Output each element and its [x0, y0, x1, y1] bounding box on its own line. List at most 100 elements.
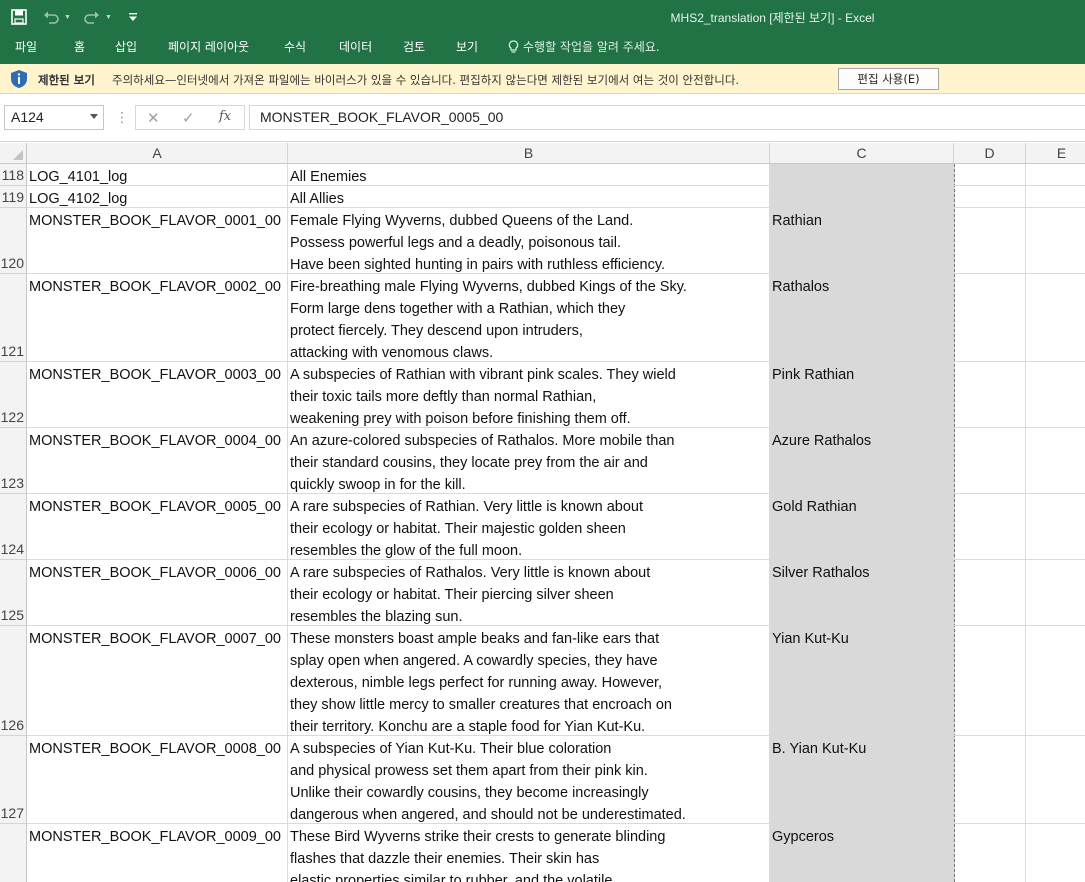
- enter-icon[interactable]: ✓: [182, 109, 195, 127]
- worksheet-grid: A B C D E 118 LOG_4101_log All Enemies 1…: [0, 143, 1085, 882]
- cell-c[interactable]: Pink Rathian: [770, 362, 954, 428]
- formula-buttons: ✕ ✓ fx: [135, 105, 245, 130]
- cell-e[interactable]: [1026, 736, 1085, 824]
- cell-b[interactable]: All Allies: [288, 186, 770, 208]
- cell-d[interactable]: [954, 208, 1026, 274]
- cell-b[interactable]: These Bird Wyverns strike their crests t…: [288, 824, 770, 882]
- cell-d[interactable]: [954, 494, 1026, 560]
- cell-b[interactable]: Female Flying Wyverns, dubbed Queens of …: [288, 208, 770, 274]
- window-title: MHS2_translation [제한된 보기] - Excel: [670, 11, 875, 25]
- row-header[interactable]: 126: [0, 626, 27, 736]
- formula-bar-grip-icon[interactable]: ⋮: [115, 109, 129, 126]
- cell-b[interactable]: These monsters boast ample beaks and fan…: [288, 626, 770, 736]
- row-header[interactable]: [0, 824, 27, 882]
- cell-b[interactable]: A subspecies of Rathian with vibrant pin…: [288, 362, 770, 428]
- cell-d[interactable]: [954, 428, 1026, 494]
- row-header[interactable]: 123: [0, 428, 27, 494]
- cell-c[interactable]: Gypceros: [770, 824, 954, 882]
- cell-e[interactable]: [1026, 208, 1085, 274]
- row-header[interactable]: 118: [0, 164, 27, 186]
- tab-view[interactable]: 보기: [456, 38, 478, 55]
- tab-review[interactable]: 검토: [403, 38, 425, 55]
- cell-c[interactable]: Silver Rathalos: [770, 560, 954, 626]
- cell-e[interactable]: [1026, 274, 1085, 362]
- cell-d[interactable]: [954, 626, 1026, 736]
- cell-b[interactable]: All Enemies: [288, 164, 770, 186]
- protected-view-title: 제한된 보기: [38, 73, 95, 87]
- formula-input[interactable]: MONSTER_BOOK_FLAVOR_0005_00: [249, 105, 1085, 130]
- column-header-b[interactable]: B: [288, 143, 770, 164]
- column-header-a[interactable]: A: [27, 143, 288, 164]
- cell-e[interactable]: [1026, 164, 1085, 186]
- cell-a[interactable]: MONSTER_BOOK_FLAVOR_0006_00: [27, 560, 288, 626]
- cell-a[interactable]: MONSTER_BOOK_FLAVOR_0004_00: [27, 428, 288, 494]
- cell-a[interactable]: MONSTER_BOOK_FLAVOR_0009_00: [27, 824, 288, 882]
- row-header[interactable]: 119: [0, 186, 27, 208]
- cell-e[interactable]: [1026, 428, 1085, 494]
- cell-d[interactable]: [954, 164, 1026, 186]
- cell-a[interactable]: MONSTER_BOOK_FLAVOR_0005_00: [27, 494, 288, 560]
- cell-d[interactable]: [954, 736, 1026, 824]
- row-header[interactable]: 127: [0, 736, 27, 824]
- tab-page-layout[interactable]: 페이지 레이아웃: [168, 38, 249, 55]
- cell-e[interactable]: [1026, 186, 1085, 208]
- cell-e[interactable]: [1026, 824, 1085, 882]
- cell-c[interactable]: Gold Rathian: [770, 494, 954, 560]
- shield-info-icon: [11, 70, 27, 88]
- lightbulb-icon: [508, 39, 519, 53]
- cell-e[interactable]: [1026, 362, 1085, 428]
- column-header-e[interactable]: E: [1026, 143, 1085, 164]
- cell-e[interactable]: [1026, 560, 1085, 626]
- title-bar: ▼ ▼ MHS2_translation [제한된 보기] - Excel: [0, 0, 1085, 34]
- tab-data[interactable]: 데이터: [339, 38, 372, 55]
- cell-b[interactable]: A subspecies of Yian Kut-Ku. Their blue …: [288, 736, 770, 824]
- cell-d[interactable]: [954, 824, 1026, 882]
- cell-a[interactable]: LOG_4102_log: [27, 186, 288, 208]
- tell-me-label: 수행할 작업을 알려 주세요.: [523, 40, 660, 54]
- cell-c[interactable]: Rathalos: [770, 274, 954, 362]
- tab-home[interactable]: 홈: [74, 38, 85, 55]
- tab-formulas[interactable]: 수식: [284, 38, 306, 55]
- cell-b[interactable]: An azure-colored subspecies of Rathalos.…: [288, 428, 770, 494]
- tab-insert[interactable]: 삽입: [115, 38, 137, 55]
- tab-file[interactable]: 파일: [15, 38, 37, 55]
- cancel-icon[interactable]: ✕: [147, 109, 160, 127]
- cell-c[interactable]: B. Yian Kut-Ku: [770, 736, 954, 824]
- tell-me-box[interactable]: 수행할 작업을 알려 주세요.: [508, 38, 660, 55]
- protected-view-bar: 제한된 보기 주의하세요—인터넷에서 가져온 파일에는 바이러스가 있을 수 있…: [0, 64, 1085, 94]
- insert-function-icon[interactable]: fx: [219, 109, 231, 124]
- protected-view-message: 주의하세요—인터넷에서 가져온 파일에는 바이러스가 있을 수 있습니다. 편집…: [112, 73, 740, 87]
- cell-d[interactable]: [954, 274, 1026, 362]
- row-header[interactable]: 125: [0, 560, 27, 626]
- row-header[interactable]: 121: [0, 274, 27, 362]
- cell-a[interactable]: MONSTER_BOOK_FLAVOR_0007_00: [27, 626, 288, 736]
- cell-a[interactable]: MONSTER_BOOK_FLAVOR_0001_00: [27, 208, 288, 274]
- cell-b[interactable]: A rare subspecies of Rathalos. Very litt…: [288, 560, 770, 626]
- cell-c[interactable]: Yian Kut-Ku: [770, 626, 954, 736]
- cell-c[interactable]: Azure Rathalos: [770, 428, 954, 494]
- cell-a[interactable]: MONSTER_BOOK_FLAVOR_0008_00: [27, 736, 288, 824]
- select-all-corner[interactable]: [0, 143, 27, 164]
- cell-e[interactable]: [1026, 494, 1085, 560]
- cell-d[interactable]: [954, 560, 1026, 626]
- row-header[interactable]: 120: [0, 208, 27, 274]
- enable-editing-button[interactable]: 편집 사용(E): [838, 68, 939, 90]
- cell-b[interactable]: Fire-breathing male Flying Wyverns, dubb…: [288, 274, 770, 362]
- cell-a[interactable]: MONSTER_BOOK_FLAVOR_0002_00: [27, 274, 288, 362]
- name-box-dropdown-icon[interactable]: [90, 114, 98, 119]
- cell-d[interactable]: [954, 362, 1026, 428]
- ribbon-tabs: 파일 홈 삽입 페이지 레이아웃 수식 데이터 검토 보기 수행할 작업을 알려…: [0, 34, 1085, 64]
- cell-b[interactable]: A rare subspecies of Rathian. Very littl…: [288, 494, 770, 560]
- select-all-icon: [13, 150, 23, 160]
- column-header-c[interactable]: C: [770, 143, 954, 164]
- formula-bar: A124 ⋮ ✕ ✓ fx MONSTER_BOOK_FLAVOR_0005_0…: [0, 94, 1085, 142]
- cell-a[interactable]: MONSTER_BOOK_FLAVOR_0003_00: [27, 362, 288, 428]
- column-header-d[interactable]: D: [954, 143, 1026, 164]
- name-box[interactable]: A124: [4, 105, 104, 130]
- cell-a[interactable]: LOG_4101_log: [27, 164, 288, 186]
- cell-e[interactable]: [1026, 626, 1085, 736]
- row-header[interactable]: 122: [0, 362, 27, 428]
- row-header[interactable]: 124: [0, 494, 27, 560]
- cell-c[interactable]: Rathian: [770, 208, 954, 274]
- cell-d[interactable]: [954, 186, 1026, 208]
